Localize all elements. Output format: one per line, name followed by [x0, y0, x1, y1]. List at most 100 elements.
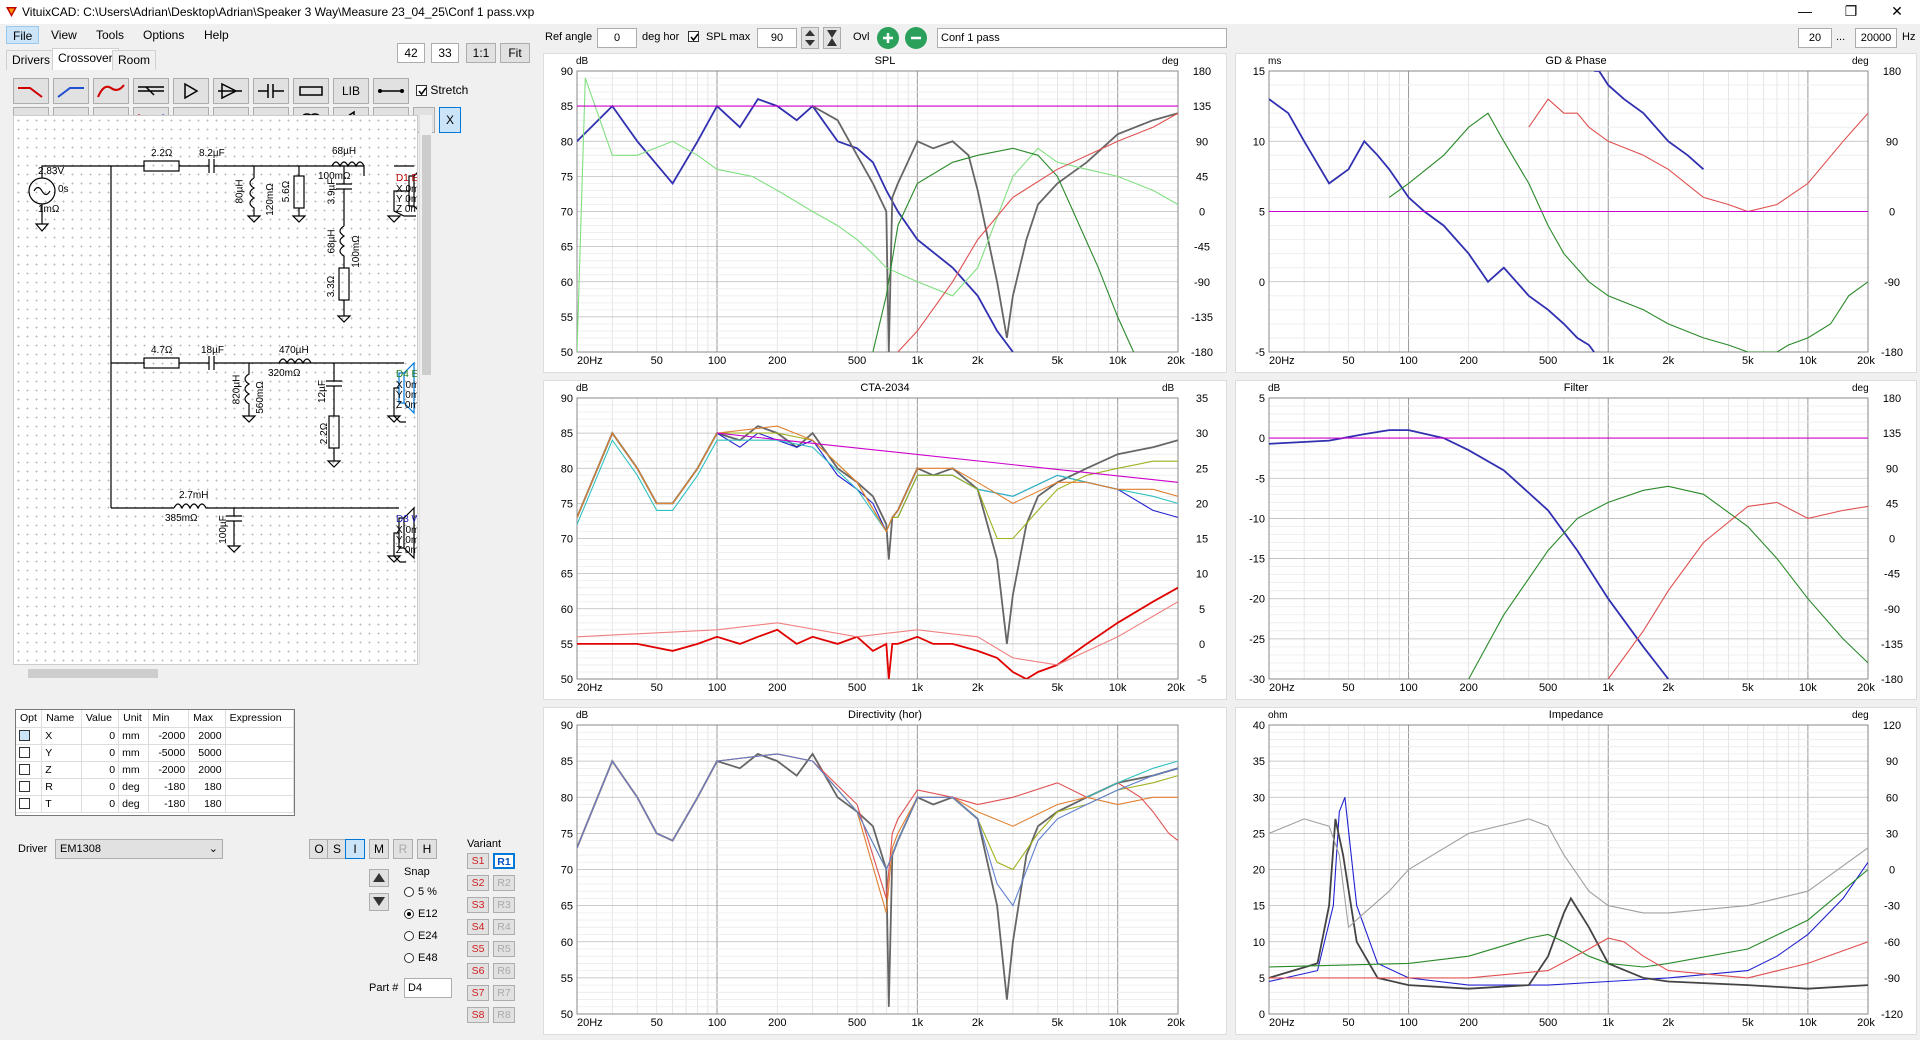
snap-option[interactable]: E24 [404, 930, 438, 942]
move-down-button[interactable] [369, 893, 389, 911]
radio-button[interactable] [404, 887, 414, 898]
cell-expression[interactable] [225, 761, 295, 779]
variant-r-button[interactable]: R5 [493, 941, 515, 957]
variant-s-button[interactable]: S8 [467, 1007, 489, 1023]
freq-min-input[interactable]: 20 [1798, 28, 1832, 48]
spl-max-stepper[interactable] [801, 27, 819, 49]
zoom-one-to-one-button[interactable]: 1:1 [466, 43, 496, 63]
optimize-checkbox[interactable] [19, 781, 30, 793]
cell-max[interactable]: 2000 [188, 727, 226, 745]
cell-name[interactable]: Y [41, 744, 82, 762]
cell-opt[interactable] [16, 744, 43, 762]
cell-expression[interactable] [225, 795, 295, 813]
scroll-thumb[interactable] [28, 669, 158, 678]
amplifier-button[interactable] [173, 78, 209, 104]
cell-min[interactable]: -5000 [148, 744, 190, 762]
freq-max-input[interactable]: 20000 [1855, 28, 1897, 48]
move-up-button[interactable] [369, 869, 389, 887]
mode-button-o[interactable]: O [309, 839, 329, 859]
cell-expression[interactable] [225, 778, 295, 796]
library-button[interactable]: LIB [333, 78, 369, 104]
mode-button-m[interactable]: M [369, 839, 389, 859]
cell-value[interactable]: 0 [81, 727, 120, 745]
tab-drivers[interactable]: Drivers [6, 50, 56, 70]
cell-min[interactable]: -180 [148, 778, 190, 796]
driver-d1-name[interactable]: D1 ET448 [396, 173, 417, 184]
chart-panel[interactable]: GD & Phase ms deg 15 10 5 0 -5 180 90 0 -90 -180 20Hz… [1235, 53, 1917, 373]
cross-tool-button[interactable]: X [439, 107, 461, 133]
schematic-vertical-scrollbar[interactable] [419, 115, 432, 665]
table-row[interactable]: R 0 deg -180 180 [16, 778, 295, 796]
snap-option[interactable]: E12 [404, 908, 438, 920]
maximize-button[interactable]: ❐ [1828, 0, 1874, 24]
cell-value[interactable]: 0 [81, 761, 120, 779]
cell-max[interactable]: 2000 [188, 761, 226, 779]
optimize-checkbox[interactable] [19, 730, 30, 742]
tab-room[interactable]: Room [112, 50, 157, 70]
cell-expression[interactable] [225, 727, 295, 745]
cell-max[interactable]: 180 [188, 795, 226, 813]
cell-value[interactable]: 0 [81, 778, 120, 796]
cell-opt[interactable] [16, 727, 43, 745]
variant-r-button[interactable]: R8 [493, 1007, 515, 1023]
chart-panel[interactable]: SPL dB deg 90 85 80 75 70 65 60 55 50 180 135 90 45 0 -45… [543, 53, 1227, 373]
cell-unit[interactable]: mm [118, 761, 149, 779]
resistor-button[interactable] [293, 78, 329, 104]
variant-s-button[interactable]: S2 [467, 875, 489, 891]
minimize-button[interactable]: — [1782, 0, 1828, 24]
cell-expression[interactable] [225, 744, 295, 762]
variant-s-button[interactable]: S1 [467, 853, 489, 869]
variant-r-button[interactable]: R1 [493, 853, 515, 869]
part-number-input[interactable]: D4 [404, 978, 452, 998]
wire-button[interactable] [373, 78, 409, 104]
table-row[interactable]: Z 0 mm -2000 2000 [16, 761, 295, 779]
cell-min[interactable]: -2000 [148, 727, 190, 745]
mode-button-s[interactable]: S [327, 839, 347, 859]
table-row[interactable]: Y 0 mm -5000 5000 [16, 744, 295, 762]
buffer-button[interactable] [213, 78, 249, 104]
bandpass-red-button[interactable] [93, 78, 129, 104]
radio-button[interactable] [404, 953, 414, 964]
optimize-checkbox[interactable] [19, 747, 30, 759]
schematic-horizontal-scrollbar[interactable] [13, 667, 418, 680]
lowpass-red-button[interactable] [13, 78, 49, 104]
spl-max-checkbox[interactable] [688, 29, 699, 43]
cell-name[interactable]: X [41, 727, 82, 745]
spl-fit-button[interactable] [823, 27, 841, 49]
variant-s-button[interactable]: S3 [467, 897, 489, 913]
zoom-fit-button[interactable]: Fit [500, 43, 530, 63]
cell-unit[interactable]: mm [118, 727, 149, 745]
cell-unit[interactable]: deg [118, 795, 149, 813]
cell-min[interactable]: -2000 [148, 761, 190, 779]
chart-panel[interactable]: CTA-2034 dB dB 90 85 80 75 70 65 60 55 50 35 30 25 20 15… [543, 380, 1227, 700]
zoom-x-input[interactable]: 42 [397, 43, 425, 63]
variant-s-button[interactable]: S6 [467, 963, 489, 979]
optimize-checkbox[interactable] [19, 764, 30, 776]
menu-help[interactable]: Help [198, 26, 235, 44]
chart-panel[interactable]: Filter dB deg 5 0 -5 -10 -15 -20 -25 -30 180 135 90 45… [1235, 380, 1917, 700]
cell-opt[interactable] [16, 761, 43, 779]
scroll-thumb[interactable] [422, 135, 431, 375]
mode-button-r[interactable]: R [393, 839, 413, 859]
variant-r-button[interactable]: R2 [493, 875, 515, 891]
cell-name[interactable]: Z [41, 761, 82, 779]
ref-angle-input[interactable]: 0 [597, 28, 637, 48]
add-overlay-button[interactable] [877, 27, 899, 49]
notch-button[interactable] [133, 78, 169, 104]
variant-r-button[interactable]: R3 [493, 897, 515, 913]
cell-opt[interactable] [16, 778, 43, 796]
cell-max[interactable]: 5000 [188, 744, 226, 762]
driver-select[interactable]: EM1308 ⌄ [55, 839, 223, 859]
highpass-blue-button[interactable] [53, 78, 89, 104]
cell-name[interactable]: T [41, 795, 82, 813]
spl-max-input[interactable]: 90 [757, 28, 797, 48]
driver-d4-name[interactable]: D4 EM1308 [396, 369, 417, 380]
config-name-input[interactable]: Conf 1 pass [937, 28, 1227, 48]
cell-value[interactable]: 0 [81, 795, 120, 813]
variant-s-button[interactable]: S4 [467, 919, 489, 935]
driver-parameter-table[interactable]: Opt Name Value Unit Min Max Expression X 0 mm -20… [15, 709, 295, 816]
variant-r-button[interactable]: R4 [493, 919, 515, 935]
remove-overlay-button[interactable] [905, 27, 927, 49]
menu-tools[interactable]: Tools [90, 26, 130, 44]
cell-unit[interactable]: deg [118, 778, 149, 796]
